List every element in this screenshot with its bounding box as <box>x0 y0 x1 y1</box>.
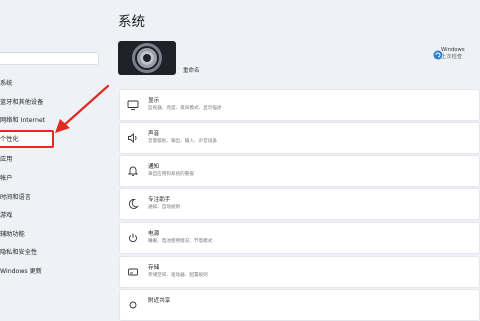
card-title: 电源 <box>148 231 160 237</box>
settings-card-sound[interactable]: 声音 音量级别、输出、输入、声音设备 <box>119 122 480 154</box>
card-title: 通知 <box>148 164 160 170</box>
sidebar-item-bluetooth[interactable]: 蓝牙和其他设备 <box>0 94 100 112</box>
sidebar-item-apps[interactable]: 应用 <box>0 151 100 169</box>
card-subtitle: 音量级别、输出、输入、声音设备 <box>148 139 217 144</box>
sidebar-item-label: 应用 <box>0 156 13 163</box>
card-title: 附近共享 <box>148 298 171 304</box>
page-title: 系统 <box>118 14 145 30</box>
settings-card-notifications[interactable]: 通知 来自应用和系统的警报 <box>119 155 480 187</box>
sidebar-item-label: 系统 <box>0 80 13 87</box>
moon-icon <box>128 199 139 209</box>
settings-card-display[interactable]: 显示 监视器、亮度、夜间模式、显示描述 <box>119 89 480 121</box>
sidebar-item-network[interactable]: 网络和 Internet <box>0 112 100 130</box>
card-subtitle: 通知、自动规则 <box>148 205 181 210</box>
sidebar-item-accounts[interactable]: 帐户 <box>0 170 100 188</box>
card-title: 专注助手 <box>148 197 171 203</box>
sidebar-item-accessibility[interactable]: 辅助功能 <box>0 226 100 244</box>
pc-thumbnail <box>118 41 176 75</box>
sidebar-item-label: 隐私和安全性 <box>0 249 38 256</box>
sidebar-item-label: Windows 更新 <box>0 268 42 275</box>
card-subtitle: 存储空间、驱动器、配置规则 <box>148 273 208 278</box>
sidebar-item-system[interactable]: 系统 <box>0 75 100 93</box>
search-input[interactable] <box>0 52 99 65</box>
power-icon <box>129 233 137 243</box>
card-title: 显示 <box>148 98 160 104</box>
settings-card-nearby-sharing[interactable]: 附近共享 <box>119 289 480 321</box>
card-title: 存储 <box>148 265 160 271</box>
pc-rename-link[interactable]: 重命名 <box>183 66 200 74</box>
settings-card-power[interactable]: 电源 睡眠、电池使用情况、节电模式 <box>119 222 480 254</box>
sidebar-item-label: 游戏 <box>0 212 13 219</box>
speaker-icon <box>128 133 137 143</box>
card-subtitle: 来自应用和系统的警报 <box>148 172 194 177</box>
sidebar-item-time-language[interactable]: 时间和语言 <box>0 189 100 207</box>
settings-card-storage[interactable]: 存储 存储空间、驱动器、配置规则 <box>119 256 480 288</box>
sidebar: 系统 蓝牙和其他设备 网络和 Internet 个性化 应用 帐户 时间和语言 … <box>0 0 104 300</box>
sidebar-item-label: 时间和语言 <box>0 194 31 201</box>
monitor-icon <box>127 100 139 110</box>
sidebar-item-label: 网络和 Internet <box>0 117 46 124</box>
sidebar-item-personalization[interactable]: 个性化 <box>0 130 54 148</box>
sidebar-item-label: 蓝牙和其他设备 <box>0 99 44 106</box>
sidebar-item-label: 辅助功能 <box>0 231 25 238</box>
sidebar-item-gaming[interactable]: 游戏 <box>0 207 100 225</box>
card-subtitle: 监视器、亮度、夜间模式、显示描述 <box>148 106 222 111</box>
sidebar-item-privacy[interactable]: 隐私和安全性 <box>0 244 100 262</box>
settings-card-focus-assist[interactable]: 专注助手 通知、自动规则 <box>119 188 480 220</box>
sidebar-item-label: 帐户 <box>0 175 13 182</box>
share-icon <box>129 301 137 309</box>
card-subtitle: 睡眠、电池使用情况、节电模式 <box>148 239 213 244</box>
storage-icon <box>128 268 138 276</box>
windows-update-status[interactable]: Windows 上次检查 <box>441 47 465 61</box>
sidebar-item-label: 个性化 <box>0 136 19 143</box>
card-title: 声音 <box>148 131 160 137</box>
windows-update-title: Windows <box>441 47 465 53</box>
windows-update-subtitle: 上次检查 <box>441 54 463 60</box>
sidebar-item-windows-update[interactable]: Windows 更新 <box>0 263 100 281</box>
bell-icon <box>127 166 139 176</box>
